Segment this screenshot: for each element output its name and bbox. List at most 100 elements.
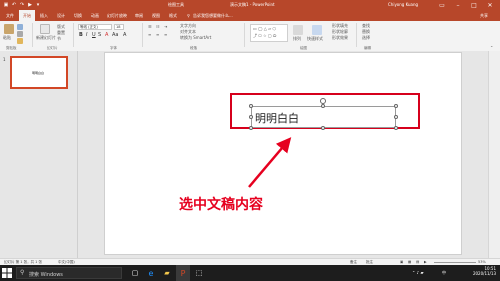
annotation-text: 选中文稿内容	[179, 197, 263, 213]
task-view-icon[interactable]: ▢	[128, 265, 142, 281]
clear-format-icon[interactable]: A	[123, 33, 126, 38]
section-button[interactable]: 节	[57, 37, 61, 41]
tab-format[interactable]: 格式	[165, 10, 181, 21]
char-spacing-icon[interactable]: Aa	[112, 33, 118, 38]
title-bar: ▣ ↶ ↷ ▶ ▾ 绘图工具 演示文稿1 - PowerPoint Chiyon…	[0, 0, 500, 10]
tab-review[interactable]: 审阅	[131, 10, 147, 21]
share-button[interactable]: 共享	[480, 14, 488, 18]
edge-icon[interactable]: e	[144, 265, 158, 281]
zoom-slider[interactable]	[434, 262, 476, 263]
slide-canvas: 明明白白 选中文稿内容	[78, 51, 488, 258]
layout-button[interactable]: 版式	[57, 25, 65, 29]
tab-insert[interactable]: 插入	[36, 10, 52, 21]
align-text-button[interactable]: 对齐文本	[180, 30, 196, 34]
view-normal-icon[interactable]: ▣	[400, 260, 403, 264]
copy-icon[interactable]	[17, 31, 23, 37]
user-name[interactable]: Chiyong Kuang	[388, 3, 418, 7]
view-sorter-icon[interactable]: ▦	[408, 260, 411, 264]
shapes-gallery[interactable]: ▭ ◯ △ ▱ ⬡ ⤴ ⬠ ☆ ▢ ⬭	[250, 24, 288, 42]
minimize-icon[interactable]: –	[452, 0, 464, 10]
paste-icon[interactable]	[4, 24, 14, 34]
view-slideshow-icon[interactable]: ▶	[424, 260, 427, 264]
separator	[244, 23, 245, 47]
text-direction-button[interactable]: 文字方向	[180, 24, 196, 28]
redo-icon[interactable]: ↷	[19, 2, 25, 8]
ribbon-display-icon[interactable]: ▭	[436, 0, 448, 10]
quick-styles-icon[interactable]	[312, 25, 322, 35]
view-reading-icon[interactable]: ▤	[416, 260, 419, 264]
shape-effects-button[interactable]: 形状效果	[332, 36, 348, 40]
format-painter-icon[interactable]	[17, 38, 23, 44]
undo-icon[interactable]: ↶	[11, 2, 17, 8]
indent-icon[interactable]: ⇥	[164, 25, 167, 29]
close-icon[interactable]: ✕	[484, 0, 496, 10]
system-tray-icons[interactable]: ⌃ ♪ ▰	[412, 271, 424, 275]
clock[interactable]: 10:51 2020/11/13	[473, 266, 496, 277]
ribbon: 粘贴 剪贴板 新建幻灯片 版式 重置 节 幻灯片 等线 (正文) 18 B I …	[0, 21, 500, 52]
replace-button[interactable]: 替换	[362, 30, 370, 34]
separator	[356, 23, 357, 47]
tab-transitions[interactable]: 切换	[70, 10, 86, 21]
tell-me-input[interactable]: 告诉我您想要做什么...	[193, 14, 233, 18]
slide-thumbnail[interactable]: 明明白白	[10, 56, 68, 89]
customize-icon[interactable]: ▾	[35, 2, 41, 8]
ime-indicator[interactable]: 中	[442, 271, 446, 275]
font-name-select[interactable]: 等线 (正文)	[78, 24, 112, 30]
find-button[interactable]: 查找	[362, 24, 370, 28]
tab-file[interactable]: 文件	[2, 10, 18, 21]
collapse-ribbon-icon[interactable]: ⌃	[490, 46, 493, 50]
search-icon: ⚲	[20, 269, 25, 276]
slideshow-icon[interactable]: ▶	[27, 2, 33, 8]
font-size-select[interactable]: 18	[114, 24, 124, 30]
shadow-icon[interactable]: S	[98, 33, 101, 38]
reset-button[interactable]: 重置	[57, 31, 65, 35]
paste-button[interactable]: 粘贴	[3, 36, 11, 40]
align-center-icon[interactable]: ≡	[156, 33, 159, 37]
select-button[interactable]: 选择	[362, 36, 370, 40]
zoom-level[interactable]: 53%	[478, 260, 486, 264]
numbering-icon[interactable]: ☷	[156, 25, 160, 29]
bullets-icon[interactable]: ☰	[148, 25, 152, 29]
tab-design[interactable]: 设计	[53, 10, 69, 21]
thumbnail-text: 明明白白	[32, 71, 45, 75]
file-explorer-icon[interactable]: ▰	[160, 265, 174, 281]
windows-start-icon[interactable]	[2, 268, 12, 278]
tab-animations[interactable]: 动画	[87, 10, 103, 21]
slide-number: 1	[3, 57, 6, 62]
shape-outline-button[interactable]: 形状轮廓	[332, 30, 348, 34]
tab-home[interactable]: 开始	[19, 10, 35, 21]
powerpoint-icon[interactable]: P	[176, 265, 190, 281]
align-right-icon[interactable]: ≡	[164, 33, 167, 37]
cut-icon[interactable]	[17, 24, 23, 30]
font-color-icon[interactable]: A	[105, 33, 108, 38]
tab-view[interactable]: 视图	[148, 10, 164, 21]
arrange-button[interactable]: 排列	[293, 37, 301, 41]
shape-fill-button[interactable]: 形状填充	[332, 24, 348, 28]
separator	[32, 23, 33, 47]
window-title: 演示文稿1 - PowerPoint	[230, 2, 275, 7]
align-left-icon[interactable]: ≡	[148, 33, 151, 37]
save-icon[interactable]: ▣	[3, 2, 9, 8]
separator	[73, 23, 74, 47]
tab-slideshow[interactable]: 幻灯片放映	[104, 10, 130, 21]
underline-icon[interactable]: U	[92, 33, 96, 38]
arrange-icon[interactable]	[293, 25, 303, 35]
taskbar: 搜索 Windows ⚲ ▢ e ▰ P ⬚ ⌃ ♪ ▰ 中 10:51 202…	[0, 265, 500, 281]
quick-styles-button[interactable]: 快速样式	[307, 37, 323, 41]
tell-me-icon: ⚲	[187, 13, 190, 18]
slide[interactable]: 明明白白 选中文稿内容	[105, 53, 461, 254]
italic-icon[interactable]: I	[86, 33, 87, 38]
context-tab-group: 绘图工具	[168, 2, 184, 7]
ribbon-tabs: 文件 开始 插入 设计 切换 动画 幻灯片放映 审阅 视图 格式 ⚲ 告诉我您想…	[0, 10, 500, 21]
bold-icon[interactable]: B	[79, 33, 83, 38]
taskbar-search[interactable]: 搜索 Windows ⚲	[16, 267, 122, 279]
annotation-arrow	[248, 137, 292, 188]
vertical-scrollbar[interactable]	[488, 51, 500, 258]
maximize-icon[interactable]: □	[468, 0, 480, 10]
smartart-button[interactable]: 转换为 SmartArt	[180, 36, 211, 40]
store-icon[interactable]: ⬚	[192, 265, 206, 281]
new-slide-icon[interactable]	[40, 24, 50, 34]
slides-panel: 1 明明白白	[0, 51, 78, 258]
separator	[142, 23, 143, 47]
new-slide-button[interactable]: 新建幻灯片	[36, 36, 56, 40]
